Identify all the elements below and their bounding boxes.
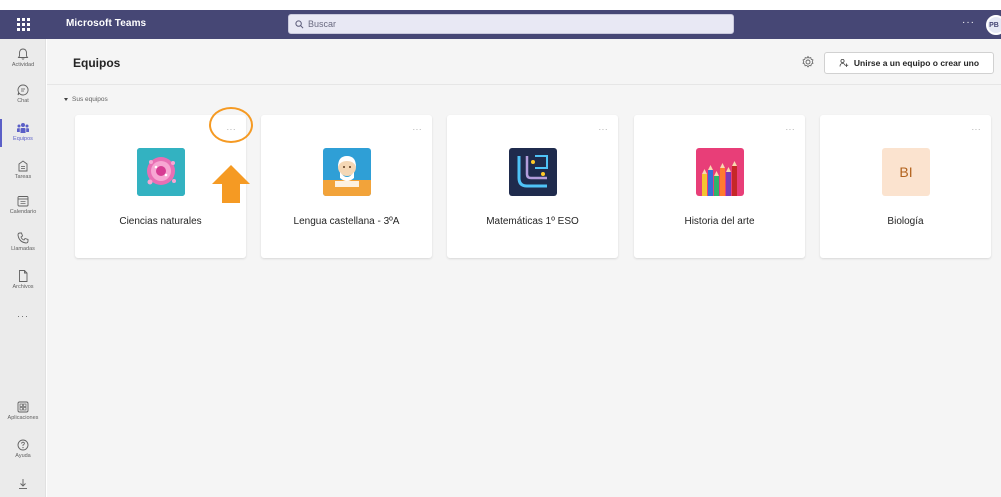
search-icon	[295, 19, 304, 28]
team-name: Historia del arte	[684, 216, 755, 227]
rail-item-aplicaciones[interactable]: Aplicaciones	[0, 398, 46, 434]
rail-item-chat[interactable]: Chat	[0, 81, 46, 117]
page-title: Equipos	[73, 56, 121, 70]
avatar[interactable]: PB	[986, 15, 1001, 35]
rail-item-llamadas[interactable]: Llamadas	[0, 229, 46, 265]
chevron-down-icon	[64, 98, 68, 101]
rail-item-tareas[interactable]: Tareas	[0, 157, 46, 193]
left-rail: Actividad Chat Equipos Tareas Calendario…	[0, 39, 46, 497]
up-arrow-icon	[212, 165, 250, 203]
rail-item-ayuda[interactable]: Ayuda	[0, 436, 46, 472]
rail-item-label: Chat	[17, 98, 29, 104]
team-logo	[696, 148, 744, 196]
section-label: Sus equipos	[72, 96, 108, 103]
teams-icon	[17, 123, 29, 133]
pencils-icon	[696, 148, 744, 196]
highlight-circle	[209, 107, 253, 143]
team-name: Ciencias naturales	[119, 216, 202, 227]
rail-item-label: Actividad	[11, 62, 35, 68]
rail-item-calendario[interactable]: Calendario	[0, 192, 46, 228]
rail-item-equipos[interactable]: Equipos	[0, 119, 46, 155]
apps-icon	[17, 401, 29, 413]
team-card-historia-del-arte[interactable]: ··· Historia del arte	[634, 115, 805, 258]
team-logo	[509, 148, 557, 196]
team-name: Biología	[887, 216, 924, 227]
more-apps-button[interactable]: ···	[0, 311, 46, 321]
rail-item-label: Archivos	[12, 284, 34, 290]
team-name: Lengua castellana - 3ºA	[293, 216, 400, 227]
team-name: Matemáticas 1º ESO	[486, 216, 579, 227]
more-options-button[interactable]: ···	[962, 17, 975, 28]
chat-icon	[17, 84, 29, 96]
team-logo: BI	[882, 148, 930, 196]
rail-item-label: Calendario	[9, 209, 37, 215]
team-card-biologia[interactable]: ··· BI Biología	[820, 115, 991, 258]
download-button[interactable]	[0, 475, 46, 493]
rail-item-archivos[interactable]: Archivos	[0, 267, 46, 303]
writer-portrait-icon	[323, 148, 371, 196]
gear-icon[interactable]	[801, 55, 815, 69]
main-content: Equipos Unirse a un equipo o crear uno S…	[47, 39, 1001, 497]
join-button-label: Unirse a un equipo o crear uno	[853, 58, 980, 68]
app-title: Microsoft Teams	[66, 18, 147, 29]
rail-item-label: Equipos	[13, 136, 33, 142]
search-box[interactable]	[288, 14, 734, 34]
cell-icon	[137, 148, 185, 196]
section-toggle-your-teams[interactable]: Sus equipos	[64, 96, 108, 103]
math-circuit-icon	[509, 148, 557, 196]
app-launcher-button[interactable]	[0, 10, 46, 39]
app-window: Microsoft Teams ··· PB Actividad Chat Eq…	[0, 0, 1001, 497]
team-initials: BI	[899, 164, 913, 180]
rail-item-label: Ayuda	[15, 453, 31, 459]
team-card-lengua-castellana[interactable]: ··· Lengua castellana - 3ºA	[261, 115, 432, 258]
waffle-icon	[16, 18, 30, 31]
team-more-options-button[interactable]: ···	[599, 125, 609, 134]
download-icon	[19, 479, 27, 489]
help-icon	[17, 439, 29, 451]
join-or-create-team-button[interactable]: Unirse a un equipo o crear uno	[824, 52, 994, 74]
search-input[interactable]	[308, 19, 708, 29]
team-logo	[137, 148, 185, 196]
team-more-options-button[interactable]: ···	[972, 125, 982, 134]
assignments-icon	[18, 160, 28, 172]
top-bar: Microsoft Teams ··· PB	[0, 10, 1001, 39]
page-header: Equipos Unirse a un equipo o crear uno	[47, 39, 1001, 85]
rail-item-label: Aplicaciones	[7, 415, 39, 421]
team-logo	[323, 148, 371, 196]
file-icon	[19, 270, 28, 282]
team-more-options-button[interactable]: ···	[786, 125, 796, 134]
team-card-matematicas[interactable]: ··· Matemáticas 1º ESO	[447, 115, 618, 258]
rail-item-actividad[interactable]: Actividad	[0, 45, 46, 81]
add-team-icon	[839, 58, 849, 67]
bell-icon	[17, 48, 29, 60]
phone-icon	[17, 232, 29, 244]
calendar-icon	[17, 196, 29, 207]
team-more-options-button[interactable]: ···	[413, 125, 423, 134]
rail-item-label: Tareas	[14, 174, 32, 180]
rail-item-label: Llamadas	[11, 246, 35, 252]
